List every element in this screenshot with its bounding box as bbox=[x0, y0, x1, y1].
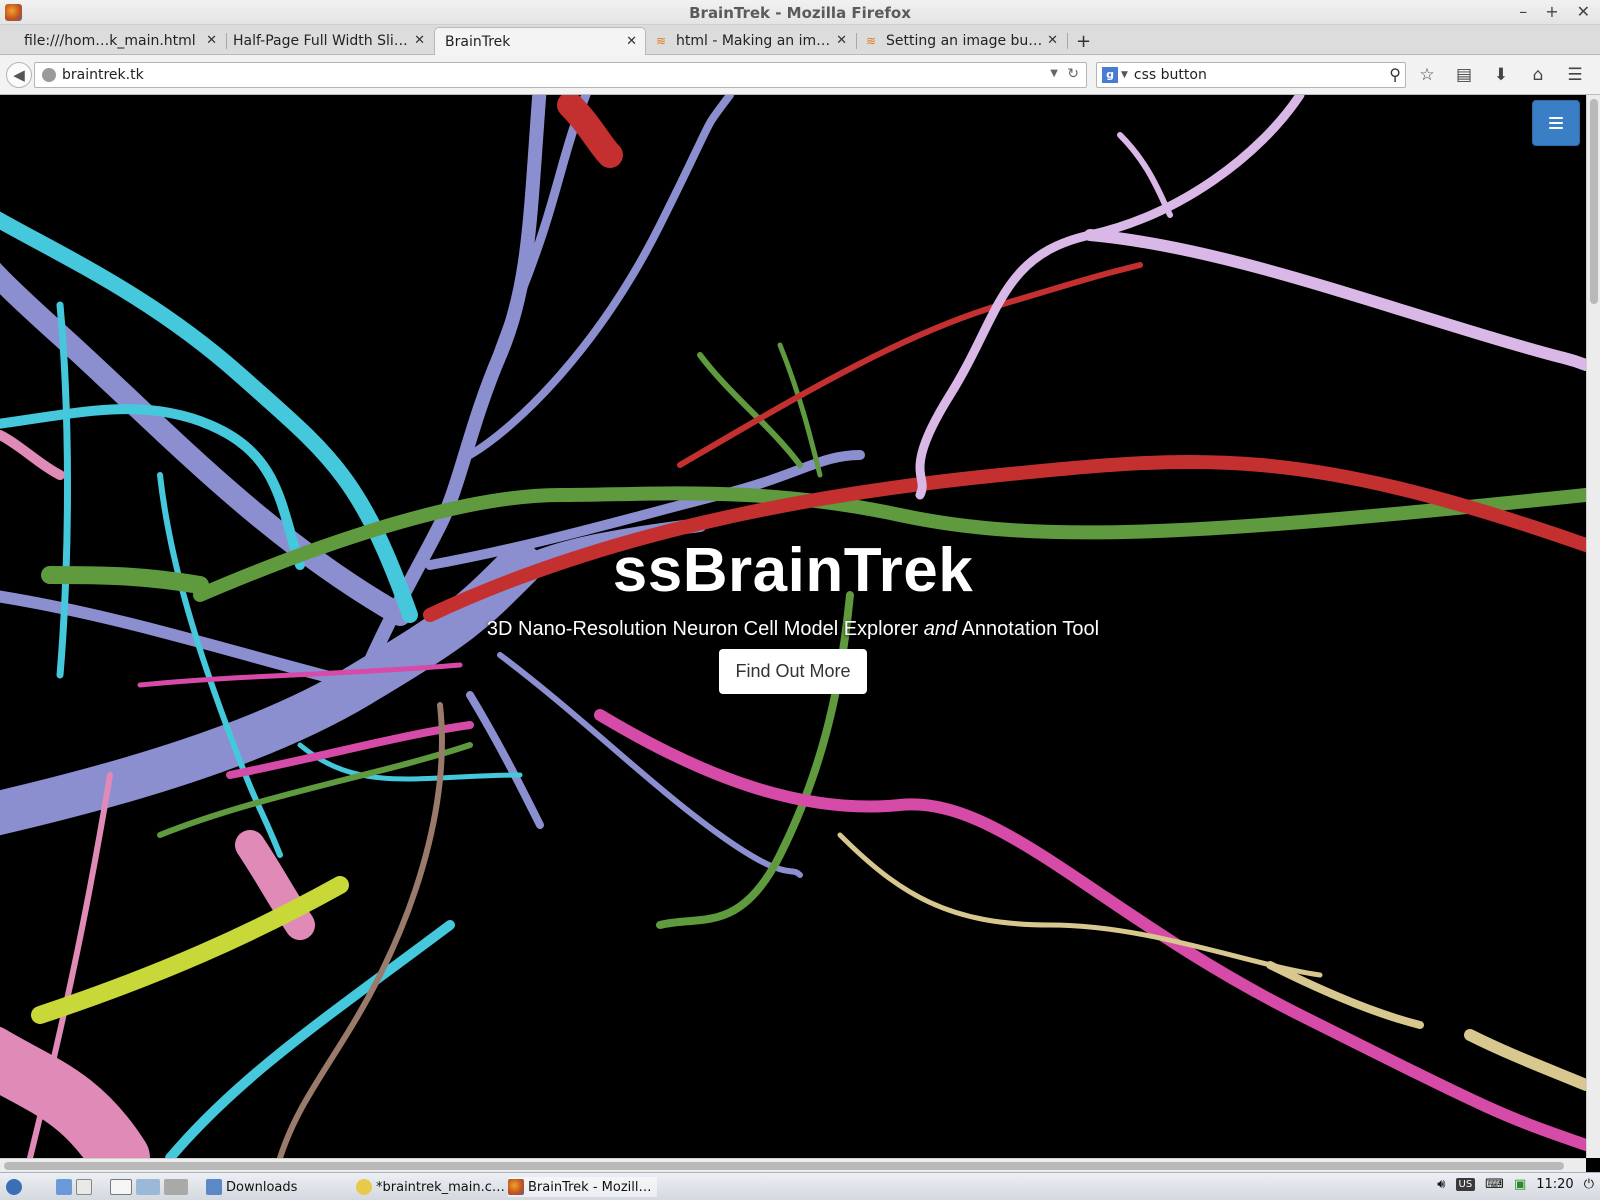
tab-braintrek[interactable]: BrainTrek ✕ bbox=[434, 27, 646, 55]
globe-icon bbox=[42, 68, 56, 82]
firefox-icon bbox=[508, 1179, 524, 1195]
home-icon[interactable]: ⌂ bbox=[1529, 65, 1547, 85]
power-icon[interactable]: ⏻ bbox=[1584, 1177, 1594, 1192]
bookmark-star-icon[interactable]: ☆ bbox=[1418, 65, 1436, 85]
navigation-toolbar: ◀ braintrek.tk ▼ ↻ g ▼ css button ⚲ ☆ ▤ … bbox=[0, 55, 1600, 95]
menu-toggle-button[interactable] bbox=[1532, 100, 1580, 146]
subtitle-emphasis: and bbox=[923, 618, 958, 640]
url-text: braintrek.tk bbox=[62, 67, 144, 83]
close-tab-icon[interactable]: ✕ bbox=[1047, 33, 1058, 48]
start-menu-button[interactable] bbox=[6, 1177, 26, 1197]
bookmarks-list-icon[interactable]: ▤ bbox=[1455, 65, 1473, 85]
folder-icon bbox=[206, 1179, 222, 1195]
stackoverflow-icon: ≋ bbox=[865, 34, 877, 48]
back-button[interactable]: ◀ bbox=[6, 62, 32, 88]
close-tab-icon[interactable]: ✕ bbox=[626, 34, 637, 49]
search-input[interactable]: css button bbox=[1134, 67, 1207, 83]
keyboard-icon[interactable]: ⌨ bbox=[1485, 1177, 1504, 1192]
volume-icon[interactable]: 🔊︎ bbox=[1437, 1177, 1445, 1192]
hero-section: ssBrainTrek 3D Nano-Resolution Neuron Ce… bbox=[0, 535, 1586, 694]
network-icon[interactable]: ▣ bbox=[1514, 1177, 1526, 1192]
tab-label: file:///hom…k_main.html bbox=[24, 33, 196, 49]
clock[interactable]: 11:20 bbox=[1536, 1177, 1573, 1192]
taskbar: Downloads *braintrek_main.c… BrainTrek -… bbox=[0, 1172, 1600, 1200]
close-tab-icon[interactable]: ✕ bbox=[836, 33, 847, 48]
workspace-icon[interactable] bbox=[164, 1179, 188, 1195]
subtitle-text: Annotation Tool bbox=[957, 618, 1100, 640]
taskbar-item-label: BrainTrek - Mozill… bbox=[528, 1179, 652, 1195]
history-dropdown-icon[interactable]: ▼ bbox=[1050, 68, 1058, 79]
start-icon bbox=[6, 1179, 22, 1195]
toolbar-icons: ☆ ▤ ⬇ ⌂ ☰ bbox=[1418, 65, 1584, 85]
system-tray: 🔊︎ US ⌨ ▣ 11:20 ⏻ bbox=[1437, 1177, 1594, 1192]
vertical-scrollbar[interactable] bbox=[1586, 95, 1600, 1158]
taskbar-item-downloads[interactable]: Downloads bbox=[206, 1177, 297, 1197]
tab-label: html - Making an im… bbox=[676, 33, 831, 49]
workspace-icon[interactable] bbox=[136, 1179, 160, 1195]
text-editor-icon bbox=[356, 1179, 372, 1195]
tab-separator bbox=[856, 33, 857, 49]
desktop-icon[interactable] bbox=[76, 1179, 92, 1195]
find-out-more-button[interactable]: Find Out More bbox=[719, 649, 867, 694]
search-bar[interactable]: g ▼ css button ⚲ bbox=[1096, 62, 1406, 88]
tab-label: Setting an image bu… bbox=[886, 33, 1043, 49]
menu-icon[interactable]: ☰ bbox=[1566, 65, 1584, 85]
google-icon[interactable]: g bbox=[1102, 67, 1118, 83]
hero-subtitle: 3D Nano-Resolution Neuron Cell Model Exp… bbox=[0, 618, 1586, 641]
window-controls: – + ✕ bbox=[1519, 2, 1590, 21]
downloads-icon[interactable]: ⬇ bbox=[1492, 65, 1510, 85]
close-tab-icon[interactable]: ✕ bbox=[206, 33, 217, 48]
stackoverflow-icon: ≋ bbox=[655, 34, 667, 48]
tab-half-page-slider[interactable]: Half-Page Full Width Sli… ✕ bbox=[227, 27, 433, 55]
close-tab-icon[interactable]: ✕ bbox=[414, 33, 425, 48]
search-icon[interactable]: ⚲ bbox=[1389, 65, 1401, 84]
new-tab-button[interactable]: + bbox=[1076, 31, 1091, 52]
workspace-switcher[interactable] bbox=[110, 1177, 192, 1197]
taskbar-item-editor[interactable]: *braintrek_main.c… bbox=[356, 1177, 505, 1197]
taskbar-item-label: *braintrek_main.c… bbox=[376, 1179, 505, 1195]
window-titlebar: BrainTrek - Mozilla Firefox – + ✕ bbox=[0, 0, 1600, 25]
taskbar-item-label: Downloads bbox=[226, 1179, 298, 1195]
back-arrow-icon: ◀ bbox=[13, 66, 25, 84]
window-title: BrainTrek - Mozilla Firefox bbox=[689, 4, 911, 22]
engine-dropdown-icon[interactable]: ▼ bbox=[1121, 70, 1128, 80]
reload-icon[interactable]: ↻ bbox=[1067, 66, 1079, 82]
page-content: ssBrainTrek 3D Nano-Resolution Neuron Ce… bbox=[0, 95, 1586, 1158]
horizontal-scrollbar[interactable] bbox=[0, 1158, 1586, 1172]
tab-separator bbox=[1067, 33, 1068, 49]
tab-label: BrainTrek bbox=[445, 33, 511, 50]
scrollbar-thumb[interactable] bbox=[1590, 99, 1598, 304]
tab-file[interactable]: file:///hom…k_main.html ✕ bbox=[0, 27, 225, 55]
maximize-button[interactable]: + bbox=[1545, 2, 1558, 21]
tab-label: Half-Page Full Width Sli… bbox=[233, 33, 408, 49]
hero-title: ssBrainTrek bbox=[612, 536, 974, 605]
quicklaunch bbox=[56, 1177, 96, 1197]
address-bar[interactable]: braintrek.tk ▼ ↻ bbox=[34, 62, 1087, 88]
keyboard-layout[interactable]: US bbox=[1455, 1178, 1476, 1191]
tab-strip: file:///hom…k_main.html ✕ Half-Page Full… bbox=[0, 25, 1600, 55]
scrollbar-thumb[interactable] bbox=[4, 1162, 1564, 1170]
hamburger-icon bbox=[1549, 117, 1563, 129]
tab-making-an-image[interactable]: ≋ html - Making an im… ✕ bbox=[648, 27, 855, 55]
taskbar-item-firefox[interactable]: BrainTrek - Mozill… bbox=[508, 1177, 658, 1197]
workspace-icon[interactable] bbox=[110, 1179, 132, 1195]
subtitle-text: 3D Nano-Resolution Neuron Cell Model Exp… bbox=[486, 618, 924, 640]
tab-setting-an-image[interactable]: ≋ Setting an image bu… ✕ bbox=[858, 27, 1066, 55]
file-manager-icon[interactable] bbox=[56, 1179, 72, 1195]
close-window-button[interactable]: ✕ bbox=[1577, 2, 1590, 21]
minimize-button[interactable]: – bbox=[1519, 2, 1527, 21]
